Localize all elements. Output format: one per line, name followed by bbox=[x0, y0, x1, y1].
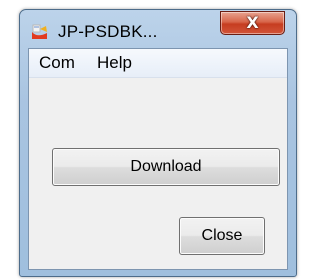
download-button[interactable]: Download bbox=[52, 148, 280, 186]
client-area: Com Help Download Close bbox=[28, 48, 288, 270]
close-button[interactable]: Close bbox=[179, 217, 265, 255]
title-bar[interactable]: JP-PSDBK... X bbox=[20, 10, 296, 46]
menu-bar: Com Help bbox=[29, 49, 287, 78]
window-close-button[interactable]: X bbox=[220, 11, 285, 35]
close-icon: X bbox=[246, 13, 259, 32]
app-window: JP-PSDBK... X Com Help Download Close bbox=[19, 9, 297, 277]
window-title: JP-PSDBK... bbox=[58, 22, 158, 41]
app-icon bbox=[31, 23, 49, 41]
menu-help[interactable]: Help bbox=[93, 53, 136, 73]
menu-com[interactable]: Com bbox=[35, 53, 79, 73]
